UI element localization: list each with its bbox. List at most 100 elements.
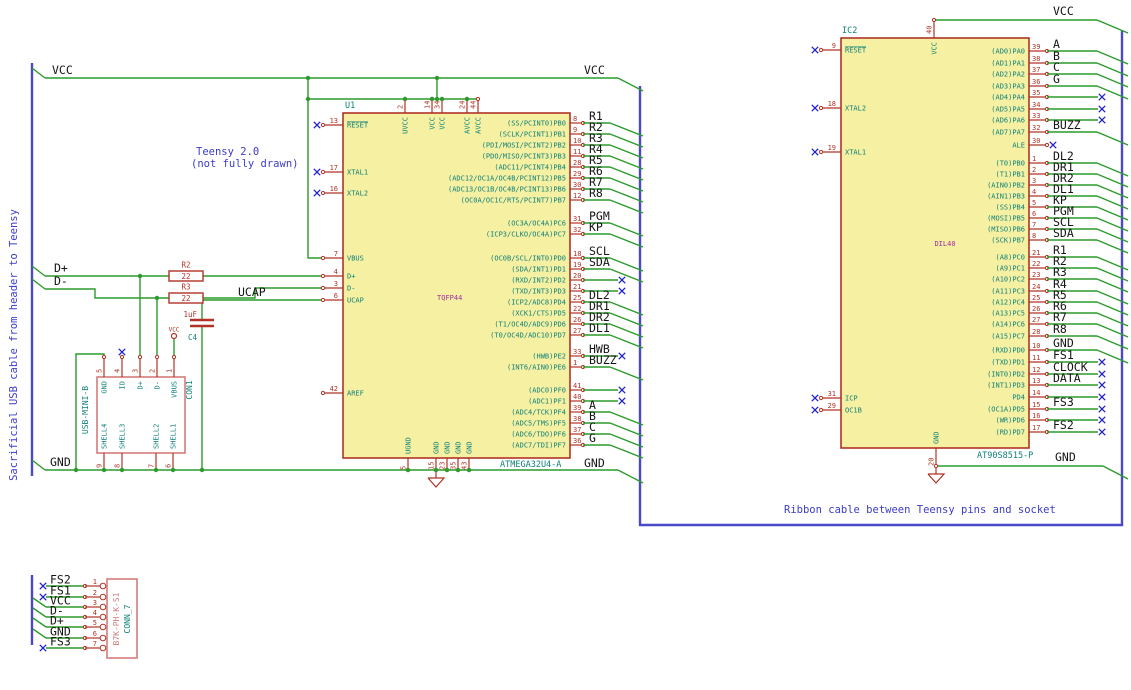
pin-name: VCC [931, 42, 939, 55]
pin-name: PD4 [1012, 394, 1025, 402]
pin-number: 6 [93, 630, 97, 638]
net-label: D- [54, 274, 68, 288]
pin-name: (RXD)PD0 [991, 347, 1025, 355]
net-label: SDA [1053, 226, 1074, 240]
junction-dot [73, 467, 79, 473]
pin-number: 3 [334, 280, 338, 288]
pin-number: 6 [1032, 210, 1036, 218]
pin-number: 2 [1032, 166, 1036, 174]
pin-dot [818, 105, 824, 111]
ic2-reference: IC2 [842, 26, 857, 36]
pin-number: 25 [573, 294, 581, 302]
pin-number: 9 [96, 464, 104, 468]
pin-name: (A15)PC7 [991, 333, 1025, 341]
pin-name: (ADC12/OC1A/OC4B/PCINT12)PB5 [448, 175, 566, 183]
pin-number: 24 [1032, 283, 1040, 291]
net-label: GND [50, 455, 71, 469]
pin-number: 5 [93, 619, 97, 627]
schematic-canvas: R222R3221uFC4VCCU1ATMEGA32U4-ATQFP4413RE… [0, 0, 1131, 690]
pin-number: 1 [573, 359, 577, 367]
usb-connector-value: USB-MINI-B [81, 386, 90, 434]
pin-name: XTAL1 [347, 169, 368, 177]
pin-dot [320, 122, 326, 128]
net-label: UCAP [238, 285, 266, 299]
junction-dot [434, 75, 440, 81]
net-label: BUZZ [1053, 118, 1081, 132]
pin-number: 2 [397, 105, 405, 109]
junction-dot [153, 467, 159, 473]
pin-number: 39 [1032, 43, 1040, 51]
pin-number: 18 [573, 250, 581, 258]
pin-name: (ADC7/TDI)PF7 [511, 442, 566, 450]
pin-number: 14 [1032, 389, 1040, 397]
u1-reference: U1 [345, 101, 355, 111]
pin-number: 32 [573, 226, 581, 234]
net-label: G [1053, 72, 1060, 86]
pin-name: VCC [429, 117, 437, 130]
pin-number: 3 [93, 599, 97, 607]
pin-name: UCAP [347, 297, 364, 305]
note-ribbon-cable: Ribbon cable between Teensy pins and soc… [784, 504, 1056, 516]
pin-name: GND [455, 441, 463, 454]
pin-number: 33 [573, 348, 581, 356]
pin-name: (AD1)PA1 [991, 60, 1025, 68]
pin-number: 34 [1032, 101, 1040, 109]
pin-number: 1 [1032, 155, 1036, 163]
net-label: VCC [52, 63, 73, 77]
pin-number: 7 [334, 250, 338, 258]
pin-number: 10 [573, 137, 581, 145]
note-teensy-line1: Teensy 2.0 [196, 146, 259, 158]
pin-number: 17 [1032, 424, 1040, 432]
junction-dot [305, 75, 311, 81]
pin-number: 22 [573, 305, 581, 313]
pin-name: (T0)PB0 [995, 160, 1025, 168]
junction-dot [137, 273, 143, 279]
net-label: R8 [1053, 322, 1067, 336]
pin-name: (A14)PC6 [991, 321, 1025, 329]
net-label: SDA [589, 255, 610, 269]
net-label: FS3 [50, 635, 71, 649]
junction-dot [434, 96, 440, 102]
note-teensy-line2: (not fully drawn) [191, 158, 298, 170]
pin-dot [475, 96, 481, 102]
pin-dot [137, 354, 143, 360]
pin-number: 37 [573, 426, 581, 434]
pin-dot [320, 169, 326, 175]
pin-name: (TXD)PD1 [991, 359, 1025, 367]
pin-dot [818, 47, 824, 53]
pin-number: 4 [93, 609, 97, 617]
pin-number: 9 [832, 42, 836, 50]
pin-name: GND [101, 381, 109, 394]
pin-name: (SCLK/PCINT1)PB1 [499, 131, 566, 139]
pin-name: RESET [347, 122, 369, 130]
pin-name: (AD5)PA5 [991, 106, 1025, 114]
pin-name: SHELL3 [119, 424, 127, 449]
pin-name: (A9)PC1 [995, 265, 1025, 273]
pin-name: RESET [845, 47, 867, 55]
junction-dot [101, 467, 107, 473]
pin-name: (AD4)PA4 [991, 94, 1025, 102]
pin-number: 14 [424, 101, 432, 109]
pin-number: 20 [573, 272, 581, 280]
pin-number: 1 [93, 578, 97, 586]
pin-name: (A11)PC3 [991, 288, 1025, 296]
pin-number: 32 [1032, 124, 1040, 132]
pin-name: XTAL2 [347, 190, 368, 198]
pin-number: 7 [1032, 221, 1036, 229]
pin-dot [818, 395, 824, 401]
pin-name: (ADC13/OC1B/OC4B/PCINT13)PB6 [448, 186, 566, 194]
pin-name: (PDO/MISO/PCINT3)PB3 [482, 153, 566, 161]
pin-name: (OC3A/OC4A)PC6 [507, 220, 566, 228]
pin-name: D+ [137, 381, 145, 389]
junction-dot [170, 467, 176, 473]
net-label: G [589, 431, 596, 445]
pin-name: (A8)PC0 [995, 254, 1025, 262]
pin-number: 2 [149, 369, 157, 373]
power-flag-label: VCC [169, 327, 180, 334]
junction-dot [439, 96, 445, 102]
pin-number: 28 [1032, 328, 1040, 336]
pin-dot [101, 354, 107, 360]
pin-name: (AD7)PA7 [991, 129, 1025, 137]
pin-name: (OC1A)PD5 [987, 406, 1025, 414]
pin-name: (MISO)PB6 [987, 226, 1025, 234]
